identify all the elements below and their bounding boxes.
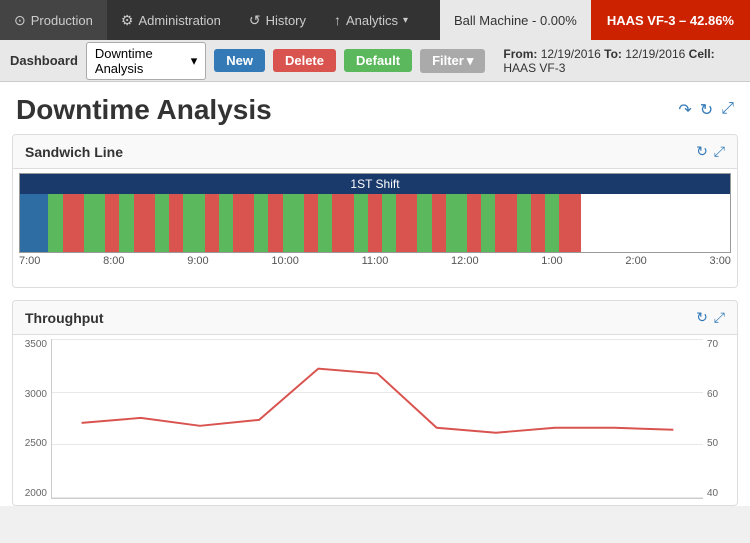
throughput-panel-header: Throughput ↻ ⤢ [13, 301, 737, 335]
time-label: 12:00 [451, 255, 479, 267]
chart-line [52, 339, 703, 497]
sandwich-panel-header: Sandwich Line ↻ ⤢ [13, 135, 737, 169]
analytics-icon: ↑ [334, 12, 341, 28]
throughput-refresh-icon[interactable]: ↻ [696, 309, 708, 326]
from-label: From: [503, 47, 537, 61]
to-label: To: [604, 47, 622, 61]
time-label: 1:00 [541, 255, 562, 267]
production-icon: ⊙ [14, 12, 26, 29]
nav-history-label: History [266, 13, 306, 28]
dashboard-label: Dashboard [10, 53, 78, 68]
expand-icon[interactable]: ⤢ [721, 100, 734, 120]
throughput-panel-body: 3500 3000 2500 2000 70 60 50 40 [13, 335, 737, 505]
y-left-label: 3500 [25, 339, 47, 350]
sandwich-expand-icon[interactable]: ⤢ [714, 143, 725, 160]
nav-production[interactable]: ⊙ Production [0, 0, 107, 40]
sandwich-panel-title: Sandwich Line [25, 144, 123, 160]
sandwich-refresh-icon[interactable]: ↻ [696, 143, 708, 160]
time-label: 7:00 [19, 255, 40, 267]
nav-highlight-cell[interactable]: HAAS VF-3 – 42.86% [591, 0, 750, 40]
dashboard-dropdown[interactable]: Downtime Analysis ▾ [86, 42, 206, 80]
sandwich-panel-icons: ↻ ⤢ [696, 143, 725, 160]
nav-administration-label: Administration [138, 13, 220, 28]
filter-button[interactable]: Filter ▾ [420, 49, 485, 73]
history-icon: ↺ [249, 12, 261, 29]
refresh-icon[interactable]: ↻ [700, 100, 713, 120]
nav-active-cell[interactable]: Ball Machine - 0.00% [440, 0, 591, 40]
y-right-label: 40 [707, 488, 718, 499]
y-left-label: 2500 [25, 438, 47, 449]
page-title: Downtime Analysis [16, 94, 272, 126]
new-button[interactable]: New [214, 49, 265, 72]
throughput-expand-icon[interactable]: ⤢ [714, 309, 725, 326]
nav-administration[interactable]: ⚙ Administration [107, 0, 235, 40]
toolbar: Dashboard Downtime Analysis ▾ New Delete… [0, 40, 750, 82]
toolbar-date-info: From: 12/19/2016 To: 12/19/2016 Cell: HA… [503, 47, 740, 75]
filter-button-label: Filter [432, 53, 464, 68]
page-content: Downtime Analysis ↷ ↻ ⤢ Sandwich Line ↻ … [0, 82, 750, 506]
y-left-label: 3000 [25, 389, 47, 400]
throughput-panel-title: Throughput [25, 310, 104, 326]
y-left-label: 2000 [25, 488, 47, 499]
y-right-label: 60 [707, 389, 718, 400]
dashboard-dropdown-value: Downtime Analysis [95, 46, 187, 76]
y-right-label: 50 [707, 438, 718, 449]
share-icon[interactable]: ↷ [678, 100, 691, 120]
nav-analytics[interactable]: ↑ Analytics ▾ [320, 0, 422, 40]
y-axis-right: 70 60 50 40 [703, 339, 731, 499]
gantt-chart: 1ST Shift [19, 173, 731, 253]
y-right-label: 70 [707, 339, 718, 350]
analytics-dropdown-arrow: ▾ [403, 15, 408, 26]
nav-analytics-label: Analytics [346, 13, 398, 28]
page-title-icons: ↷ ↻ ⤢ [678, 100, 734, 120]
default-button[interactable]: Default [344, 49, 412, 72]
dropdown-arrow-icon: ▾ [191, 53, 198, 69]
page-title-bar: Downtime Analysis ↷ ↻ ⤢ [0, 82, 750, 134]
y-axis-left: 3500 3000 2500 2000 [19, 339, 51, 499]
gear-icon: ⚙ [121, 12, 134, 29]
chart-area: 3500 3000 2500 2000 70 60 50 40 [19, 339, 731, 499]
gantt-segments [20, 194, 730, 252]
active-cell-label: Ball Machine - 0.00% [454, 13, 577, 28]
chart-inner [51, 339, 703, 499]
gantt-time-axis: 7:00 8:00 9:00 10:00 11:00 12:00 1:00 2:00 3:00 [19, 253, 731, 267]
delete-button[interactable]: Delete [273, 49, 336, 72]
time-label: 8:00 [103, 255, 124, 267]
cell-value: HAAS VF-3 [503, 61, 565, 75]
cell-label: Cell: [689, 47, 715, 61]
navbar: ⊙ Production ⚙ Administration ↺ History … [0, 0, 750, 40]
time-label: 11:00 [362, 255, 389, 267]
nav-history[interactable]: ↺ History [235, 0, 320, 40]
sandwich-panel: Sandwich Line ↻ ⤢ 1ST Shift 7:00 8:00 9:00… [12, 134, 738, 288]
time-label: 3:00 [710, 255, 731, 267]
nav-production-label: Production [31, 13, 93, 28]
highlight-cell-label: HAAS VF-3 – 42.86% [607, 13, 734, 28]
to-value: 12/19/2016 [625, 47, 685, 61]
time-label: 9:00 [187, 255, 208, 267]
filter-dropdown-arrow: ▾ [467, 53, 474, 69]
from-value: 12/19/2016 [541, 47, 601, 61]
time-label: 10:00 [271, 255, 299, 267]
throughput-panel: Throughput ↻ ⤢ 3500 3000 2500 2000 [12, 300, 738, 506]
sandwich-panel-body: 1ST Shift 7:00 8:00 9:00 10:00 11:00 12:00 1:0… [13, 169, 737, 287]
shift-label: 1ST Shift [20, 174, 730, 194]
time-label: 2:00 [625, 255, 646, 267]
throughput-panel-icons: ↻ ⤢ [696, 309, 725, 326]
